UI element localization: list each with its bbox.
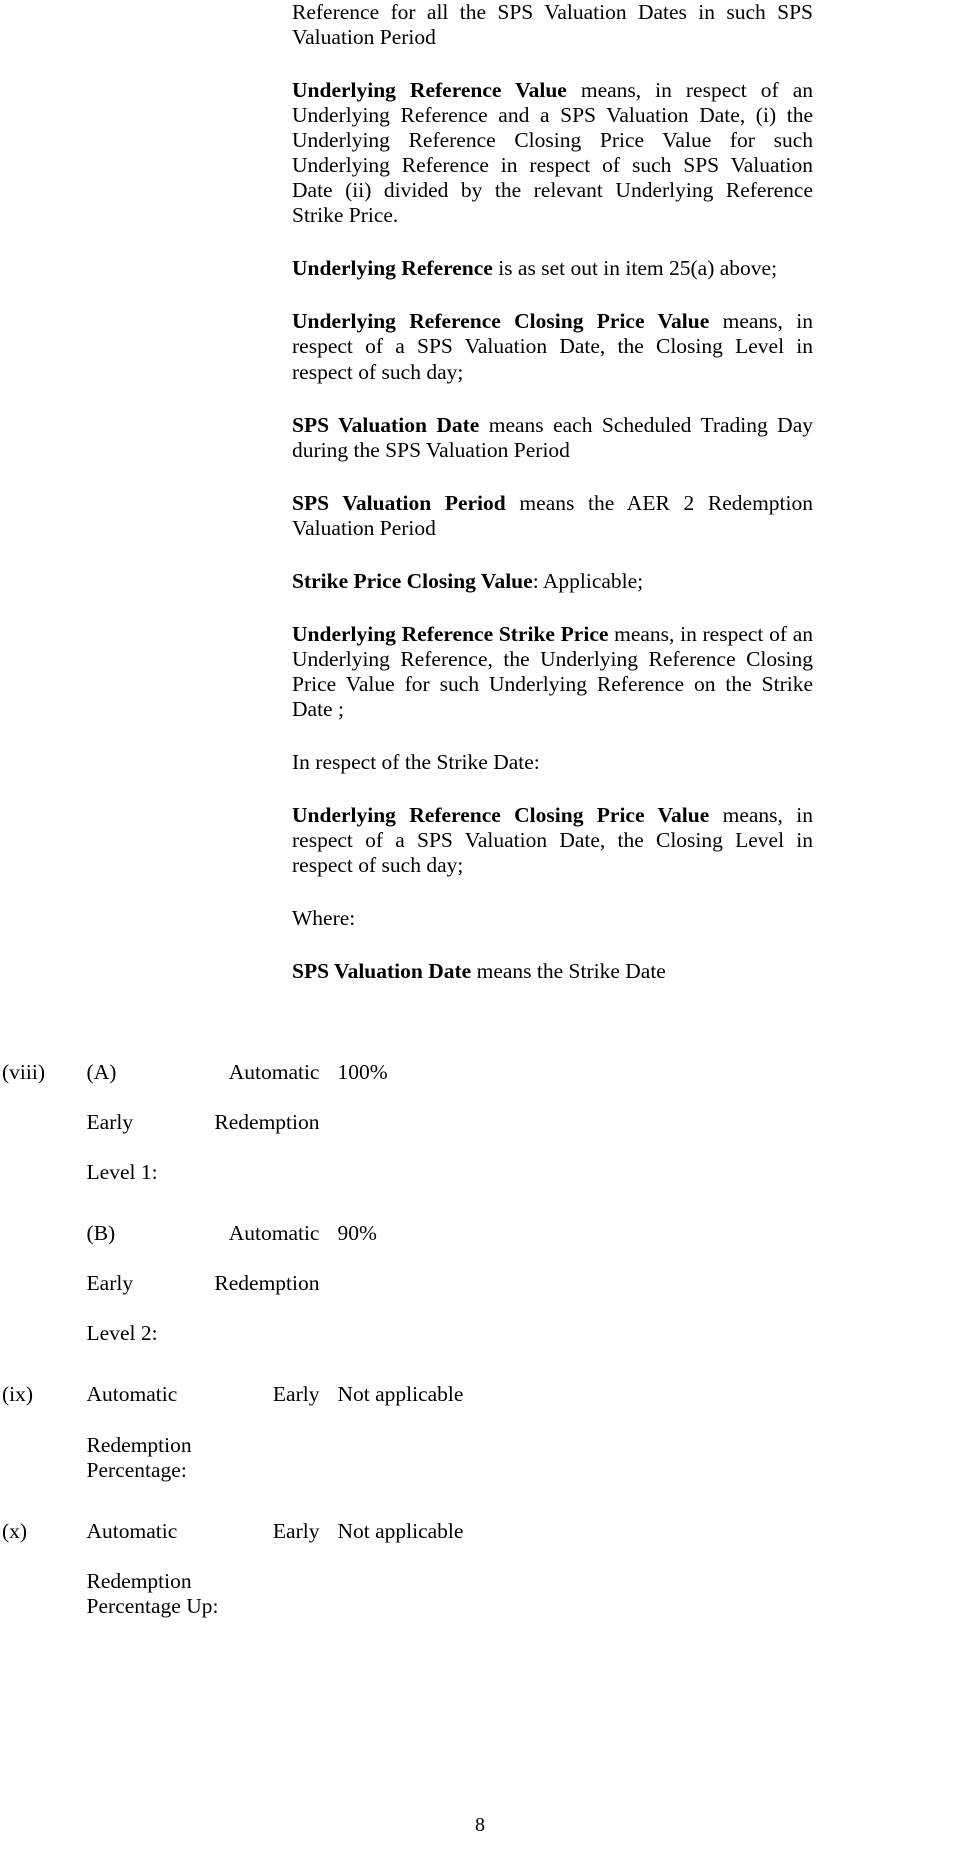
defined-term: SPS Valuation Date (292, 959, 472, 984)
definition-underlying-reference-value: Underlying Reference Value means, in res… (292, 78, 813, 228)
item-value: Not applicable (337, 1518, 464, 1543)
defined-term: Strike Price Closing Value (292, 568, 533, 593)
item-number (0, 1221, 87, 1382)
definition-paragraph-continuation: Reference for all the SPS Valuation Date… (292, 0, 813, 50)
definition-body: Reference for all the SPS Valuation Date… (292, 0, 813, 50)
item-label: (A) Automatic Early Redemption Level 1: (87, 1060, 338, 1221)
strike-date-intro: In respect of the Strike Date: (292, 750, 813, 775)
item-number: (ix) (2, 1382, 34, 1407)
item-number: (x) (2, 1518, 28, 1543)
definition-body: : Applicable; (532, 568, 644, 593)
definition-body: means the Strike Date (471, 959, 666, 984)
table-row: (viii) (A) Automatic Early Redemption Le… (0, 1060, 900, 1221)
definition-sps-valuation-period: SPS Valuation Period means the AER 2 Red… (292, 491, 813, 541)
defined-term: Underlying Reference (292, 256, 493, 281)
item-value: Not applicable (337, 1382, 464, 1407)
defined-term: SPS Valuation Period (292, 490, 506, 515)
item-label-line: Level 1: (86, 1160, 158, 1185)
definition-underlying-reference-strike-price: Underlying Reference Strike Price means,… (292, 622, 813, 722)
item-label-line: Automatic Early (86, 1382, 320, 1407)
table-row: (x) Automatic Early Redemption Percentag… (0, 1519, 900, 1619)
item-label-line: Percentage: (86, 1457, 187, 1482)
definition-strike-price-closing-value: Strike Price Closing Value: Applicable; (292, 569, 813, 594)
item-label-line: (A) Automatic (86, 1060, 320, 1084)
definition-sps-valuation-date-2: SPS Valuation Date means the Strike Date (292, 959, 813, 984)
where-label: Where: (292, 906, 813, 931)
item-label-line: Percentage Up: (86, 1593, 219, 1618)
definitions-column: Reference for all the SPS Valuation Date… (292, 0, 813, 984)
item-label-line: Early Redemption (86, 1110, 320, 1135)
item-label-line: Automatic Early (86, 1518, 320, 1543)
item-label-line: Redemption (86, 1432, 192, 1457)
document-page: Reference for all the SPS Valuation Date… (0, 0, 960, 1853)
item-value: 100% (337, 1060, 388, 1084)
item-label-line: (B) Automatic (86, 1221, 320, 1246)
definition-underlying-reference: Underlying Reference is as set out in it… (292, 256, 813, 281)
item-number: (viii) (2, 1060, 45, 1084)
table-row: (ix) Automatic Early Redemption Percenta… (0, 1382, 900, 1518)
page-number: 8 (475, 1814, 485, 1836)
item-label-line: Redemption (86, 1568, 192, 1593)
terms-items-table: (viii) (A) Automatic Early Redemption Le… (0, 1060, 900, 1619)
definition-body: In respect of the Strike Date: (292, 749, 540, 774)
definition-sps-valuation-date-1: SPS Valuation Date means each Scheduled … (292, 413, 813, 463)
defined-term: SPS Valuation Date (292, 412, 480, 437)
definition-underlying-reference-closing-price-value-2: Underlying Reference Closing Price Value… (292, 803, 813, 878)
item-label: Automatic Early Redemption Percentage: (87, 1382, 338, 1518)
definition-body: is as set out in item 25(a) above; (492, 256, 778, 281)
item-label-line: Level 2: (86, 1321, 158, 1346)
defined-term: Underlying Reference Value (292, 78, 567, 103)
defined-term: Underlying Reference Closing Price Value (292, 309, 710, 334)
defined-term: Underlying Reference Strike Price (292, 621, 609, 646)
table-row: (B) Automatic Early Redemption Level 2: … (0, 1221, 900, 1382)
item-value: 90% (337, 1221, 377, 1246)
definition-body: Where: (292, 906, 356, 931)
item-label: (B) Automatic Early Redemption Level 2: (87, 1221, 338, 1382)
item-label: Automatic Early Redemption Percentage Up… (87, 1519, 338, 1619)
definition-underlying-reference-closing-price-value-1: Underlying Reference Closing Price Value… (292, 309, 813, 384)
item-label-line: Early Redemption (86, 1271, 320, 1296)
defined-term: Underlying Reference Closing Price Value (292, 803, 710, 828)
terms-items-body: (viii) (A) Automatic Early Redemption Le… (0, 1060, 900, 1619)
